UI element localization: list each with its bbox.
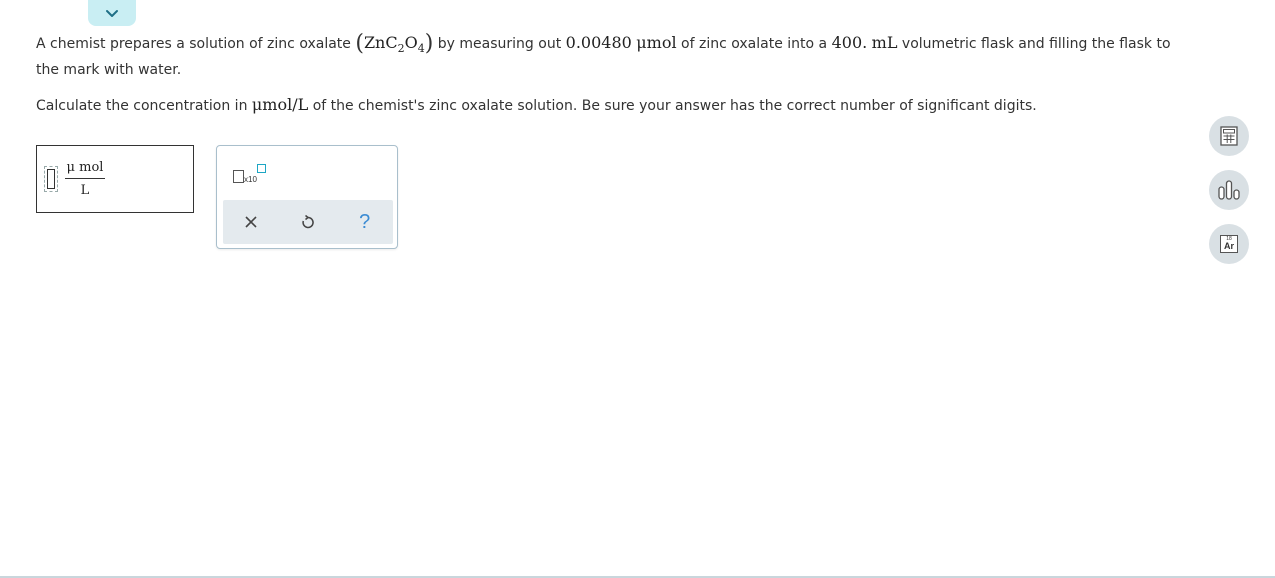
- close-icon: [245, 216, 257, 228]
- answer-box: μ mol L: [36, 145, 194, 213]
- formula-zinc-oxalate: (ZnC2O4): [355, 31, 434, 56]
- help-icon: ?: [359, 210, 371, 233]
- question-text-segment: of zinc oxalate into a: [681, 36, 828, 52]
- formula-subscript: 2: [397, 42, 405, 55]
- question-text-segment: A chemist prepares a solution of zinc ox…: [36, 36, 351, 52]
- exponent-box-icon: [257, 164, 266, 173]
- undo-icon: [302, 214, 314, 229]
- undo-button[interactable]: [288, 202, 328, 242]
- question-paragraph-1: A chemist prepares a solution of zinc ox…: [36, 30, 1176, 83]
- calculator-button[interactable]: [1209, 116, 1249, 156]
- mantissa-box-icon: [233, 170, 244, 183]
- periodic-table-icon: 18 Ar: [1220, 235, 1238, 253]
- calculator-icon: [1220, 126, 1238, 146]
- element-symbol: Ar: [1223, 241, 1234, 251]
- unit-numerator: μ mol: [66, 160, 104, 175]
- answer-input[interactable]: [44, 166, 58, 192]
- answer-tools-panel: x10 ?: [216, 145, 398, 249]
- concentration-unit: μmol/L: [251, 95, 309, 114]
- amount-unit: μmol: [636, 33, 677, 52]
- amount-value: 0.00480: [565, 33, 632, 52]
- question-paragraph-2: Calculate the concentration in μmol/L of…: [36, 92, 1176, 119]
- question-text-segment: by measuring out: [437, 36, 562, 52]
- question-text: A chemist prepares a solution of zinc ox…: [36, 30, 1176, 119]
- formula-part: ZnC: [363, 33, 398, 52]
- question-text-segment: of the chemist's zinc oxalate solution. …: [312, 98, 1037, 114]
- clear-button[interactable]: [231, 202, 271, 242]
- formula-subscript: 4: [417, 42, 425, 55]
- data-chart-button[interactable]: [1209, 170, 1249, 210]
- scientific-notation-button[interactable]: x10: [231, 164, 267, 186]
- fraction-bar: [65, 178, 105, 179]
- x10-label: x10: [244, 175, 257, 184]
- help-button[interactable]: ?: [345, 202, 385, 242]
- volume-unit: mL: [871, 33, 898, 52]
- unit-denominator: L: [80, 183, 90, 198]
- bar-chart-icon: [1218, 180, 1240, 200]
- chevron-down-icon: [106, 9, 118, 17]
- question-text-segment: Calculate the concentration in: [36, 98, 248, 114]
- periodic-table-button[interactable]: 18 Ar: [1209, 224, 1249, 264]
- answer-unit-fraction: μ mol L: [65, 160, 105, 199]
- tool-button-row: ?: [223, 200, 393, 244]
- collapse-tab-button[interactable]: [88, 0, 136, 26]
- formula-part: O: [404, 33, 418, 52]
- volume-value: 400.: [831, 33, 868, 52]
